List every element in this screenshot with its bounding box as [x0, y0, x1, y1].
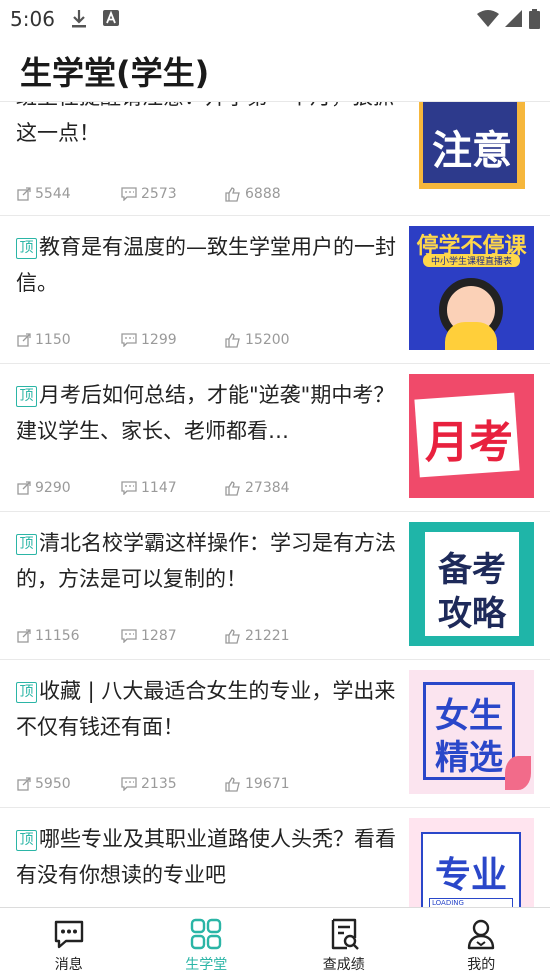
status-time: 5:06 — [10, 7, 55, 31]
article-feed[interactable]: 班主任提醒请注意：开学第一个月，狠抓这一点！ 5544 2573 6888 — [0, 102, 550, 907]
thumbnail-text-2: 精选 — [435, 738, 503, 778]
top-badge: 顶 — [16, 238, 37, 259]
share-stat: 9290 — [17, 480, 121, 496]
thumbnail-text: 月考 — [425, 417, 513, 468]
article-stats: 5950 2135 19671 — [17, 776, 329, 792]
share-icon — [17, 481, 31, 495]
article-item[interactable]: 顶收藏 | 八大最适合女生的专业，学出来不仅有钱还有面！ 5950 2135 1… — [0, 660, 550, 808]
like-stat: 15200 — [225, 332, 329, 348]
app-header: 生学堂(学生) — [0, 38, 550, 102]
thumbnail-text-1: 备考 — [438, 550, 506, 590]
article-thumbnail: 注意 — [419, 102, 525, 189]
article-title: 顶收藏 | 八大最适合女生的专业，学出来不仅有钱还有面！ — [16, 679, 396, 739]
top-badge: 顶 — [16, 830, 37, 851]
nav-item-grades[interactable]: 查成绩 — [275, 908, 413, 979]
thumbs-up-icon — [225, 628, 240, 644]
article-stats: 1150 1299 15200 — [17, 332, 329, 348]
share-stat: 11156 — [17, 628, 121, 644]
thumbs-up-icon — [225, 332, 240, 348]
top-badge: 顶 — [16, 534, 37, 555]
like-stat: 27384 — [225, 480, 329, 496]
article-stats: 9290 1147 27384 — [17, 480, 329, 496]
article-stats: 5544 2573 6888 — [17, 186, 329, 202]
comment-stat: 2573 — [121, 186, 225, 202]
article-thumbnail: 专业 LOADING — [409, 818, 534, 907]
article-thumbnail: 女生 精选 — [409, 670, 534, 794]
thumbs-up-icon — [225, 776, 240, 792]
thumbs-up-icon — [225, 186, 240, 202]
grid-icon — [191, 918, 222, 950]
thumbnail-decoration — [445, 322, 497, 350]
thumbnail-text: 专业 — [434, 855, 507, 896]
wifi-icon — [477, 10, 499, 32]
comment-stat: 1287 — [121, 628, 225, 644]
comment-icon — [121, 481, 137, 495]
like-stat: 19671 — [225, 776, 329, 792]
page-title: 生学堂(学生) — [20, 54, 210, 92]
comment-stat: 1299 — [121, 332, 225, 348]
leaf-decoration — [505, 756, 531, 790]
like-stat: 21221 — [225, 628, 329, 644]
article-stats: 11156 1287 21221 — [17, 628, 329, 644]
comment-icon — [121, 187, 137, 201]
nav-item-messages[interactable]: 消息 — [0, 908, 138, 979]
thumbnail-subtext: 中小学生课程直播表 — [423, 254, 520, 267]
article-title: 顶清北名校学霸这样操作：学习是有方法的，方法是可以复制的！ — [16, 531, 396, 591]
nav-item-profile[interactable]: 我的 — [413, 908, 550, 979]
a-icon — [102, 9, 120, 33]
download-icon — [70, 9, 88, 33]
comment-stat: 1147 — [121, 480, 225, 496]
status-bar: 5:06 — [0, 0, 550, 38]
comment-stat: 2135 — [121, 776, 225, 792]
article-title: 顶哪些专业及其职业道路使人头秃？看看有没有你想读的专业吧 — [16, 827, 396, 887]
article-item[interactable]: 班主任提醒请注意：开学第一个月，狠抓这一点！ 5544 2573 6888 — [0, 102, 550, 216]
share-icon — [17, 777, 31, 791]
comment-icon — [121, 777, 137, 791]
thumbnail-text: 注意 — [432, 128, 512, 174]
nav-item-home[interactable]: 生学堂 — [138, 908, 276, 979]
user-icon — [468, 919, 495, 950]
nav-label: 消息 — [54, 957, 83, 973]
article-thumbnail: 备考 攻略 — [409, 522, 534, 646]
search-document-icon — [331, 918, 359, 950]
share-icon — [17, 333, 31, 347]
like-stat: 6888 — [225, 186, 329, 202]
thumbnail-subtext: LOADING — [429, 898, 513, 907]
article-item[interactable]: 顶清北名校学霸这样操作：学习是有方法的，方法是可以复制的！ 11156 1287… — [0, 512, 550, 660]
share-stat: 5544 — [17, 186, 121, 202]
nav-label: 生学堂 — [185, 957, 228, 973]
comment-icon — [121, 333, 137, 347]
bottom-navigation: 消息 生学堂 查成绩 我的 — [0, 907, 550, 979]
article-thumbnail: 月考 — [409, 374, 534, 498]
article-title: 顶教育是有温度的—致生学堂用户的一封信。 — [16, 235, 396, 295]
message-icon — [54, 920, 83, 949]
article-title: 顶月考后如何总结，才能"逆袭"期中考？建议学生、家长、老师都看… — [16, 383, 395, 443]
thumbs-up-icon — [225, 480, 240, 496]
share-stat: 1150 — [17, 332, 121, 348]
article-item[interactable]: 顶哪些专业及其职业道路使人头秃？看看有没有你想读的专业吧 专业 LOADING — [0, 808, 550, 907]
article-thumbnail: 停学不停课 中小学生课程直播表 — [409, 226, 534, 350]
comment-icon — [121, 629, 137, 643]
article-title: 班主任提醒请注意：开学第一个月，狠抓这一点！ — [16, 102, 394, 145]
share-icon — [17, 629, 31, 643]
top-badge: 顶 — [16, 682, 37, 703]
share-stat: 5950 — [17, 776, 121, 792]
article-item[interactable]: 顶教育是有温度的—致生学堂用户的一封信。 1150 1299 15200 停学不… — [0, 216, 550, 364]
battery-icon — [529, 9, 540, 33]
thumbnail-text-2: 攻略 — [438, 594, 506, 634]
nav-label: 查成绩 — [322, 957, 365, 973]
share-icon — [17, 187, 31, 201]
nav-label: 我的 — [467, 957, 496, 973]
article-item[interactable]: 顶月考后如何总结，才能"逆袭"期中考？建议学生、家长、老师都看… 9290 11… — [0, 364, 550, 512]
top-badge: 顶 — [16, 386, 37, 407]
signal-icon — [505, 10, 523, 32]
